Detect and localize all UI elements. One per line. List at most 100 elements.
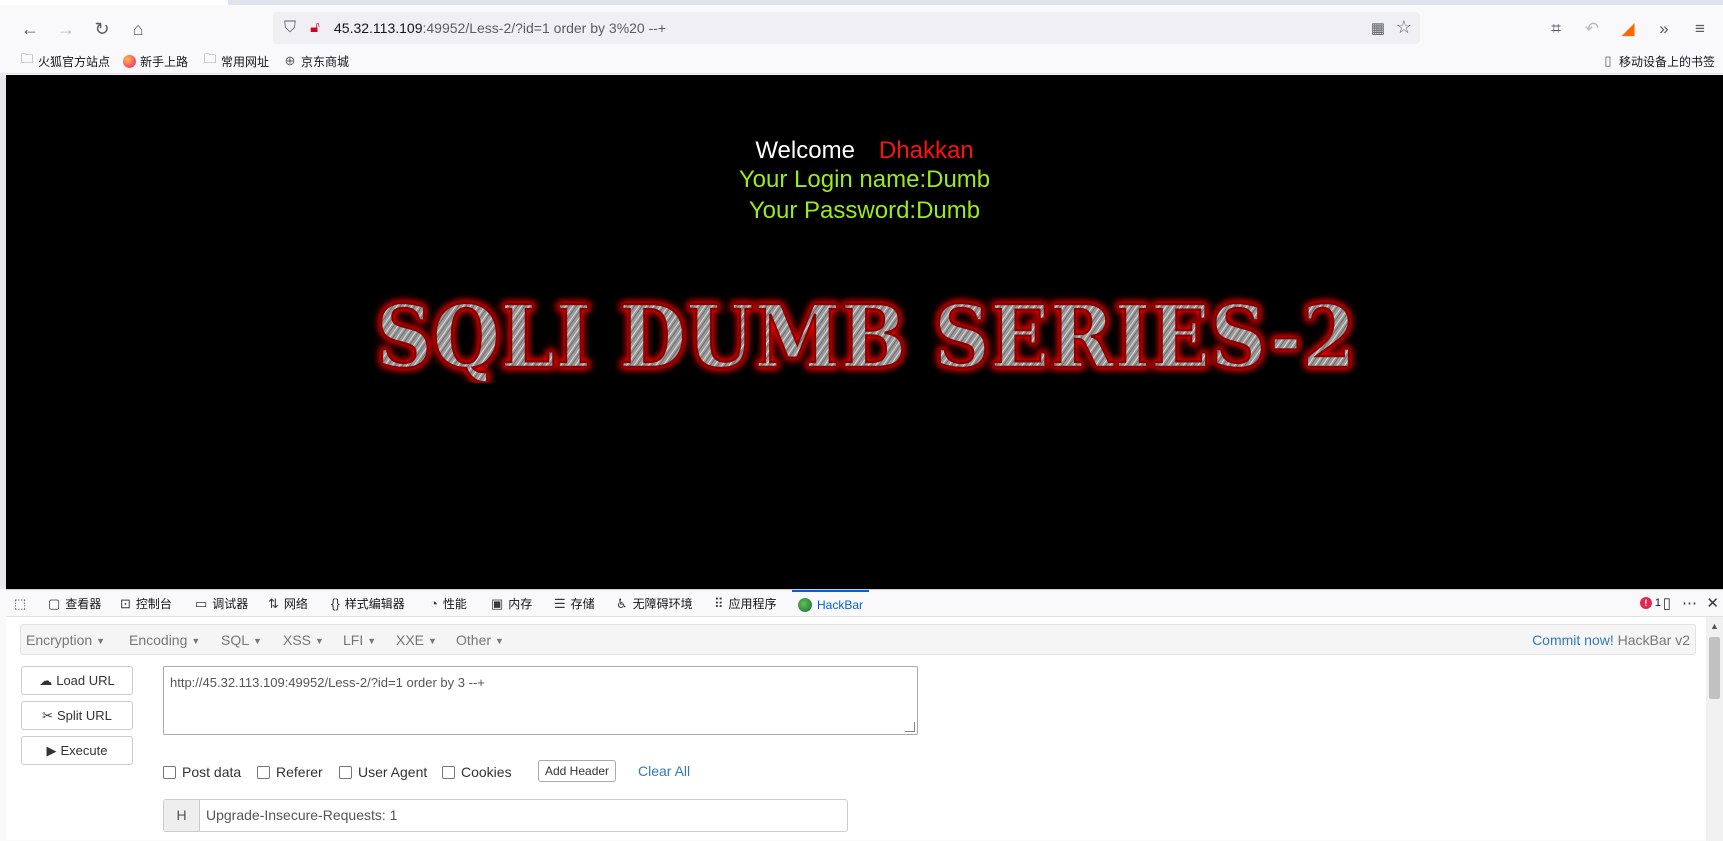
tracking-protection-icon[interactable]: ⛉ <box>281 19 299 37</box>
load-url-button[interactable]: ☁ Load URL <box>21 666 133 695</box>
tab-label: 性能 <box>442 597 467 611</box>
tab-label: 控制台 <box>135 597 172 611</box>
tab-application[interactable]: ⠿ 应用程序 <box>714 590 777 617</box>
tab-label: 网络 <box>283 597 308 611</box>
commit-banner: Commit now! HackBar v2 <box>1532 632 1690 648</box>
header-value-input[interactable]: Upgrade-Insecure-Requests: 1 <box>206 807 397 823</box>
post-data-checkbox[interactable]: Post data <box>163 764 241 780</box>
scrollbar-thumb[interactable] <box>1709 637 1720 699</box>
back-icon[interactable]: ← <box>16 15 44 43</box>
bookmark-label: 京东商城 <box>301 54 350 69</box>
clear-all-link[interactable]: Clear All <box>638 763 690 779</box>
menu-label: Encryption <box>26 632 93 648</box>
close-devtools-icon[interactable]: ✕ <box>1706 594 1719 612</box>
bookmark-jd[interactable]: ⊕ 京东商城 <box>283 52 349 70</box>
inspector-icon: ▢ <box>48 595 61 611</box>
bookmark-common-sites[interactable]: 🗀 常用网址 <box>203 51 269 70</box>
bookmark-getting-started[interactable]: 新手上路 <box>123 52 188 70</box>
commit-now-link[interactable]: Commit now! <box>1532 632 1614 648</box>
tab-hackbar[interactable]: HackBar <box>792 590 870 617</box>
menu-lfi[interactable]: LFI ▼ <box>343 632 376 648</box>
error-count: 1 <box>1654 597 1661 609</box>
checkbox-box[interactable] <box>442 765 455 779</box>
performance-icon: ◔ <box>430 596 438 611</box>
checkbox-box[interactable] <box>257 765 270 779</box>
header-row: H Upgrade-Insecure-Requests: 1 <box>163 799 848 832</box>
dock-side-icon[interactable]: ▯ <box>1663 594 1671 612</box>
application-icon: ⠿ <box>714 595 724 611</box>
tab-accessibility[interactable]: ♿︎ 无障碍环境 <box>616 590 693 617</box>
split-url-button[interactable]: ✂ Split URL <box>21 701 133 730</box>
tab-debugger[interactable]: ▭ 调试器 <box>195 590 248 617</box>
overflow-chevron-icon[interactable]: » <box>1650 15 1678 43</box>
bookmarks-toolbar: 🗀 火狐官方站点 新手上路 🗀 常用网址 ⊕ 京东商城 ▯ 移动设备上的书签 <box>0 48 1723 74</box>
menu-xss[interactable]: XSS ▼ <box>283 632 324 648</box>
menu-encryption[interactable]: Encryption ▼ <box>26 632 105 648</box>
devtools-toolbar: ⬚ ▢ 查看器 ⊡ 控制台 ▭ 调试器 ⇅ 网络 {} 样式编辑器 ◔ 性能 ▣ 内存 ☰ 存储… <box>6 590 1723 617</box>
insecure-lock-icon[interactable]: 🔓︎ <box>306 19 324 37</box>
reload-icon[interactable]: ↻ <box>88 15 116 43</box>
screenshot-crop-icon[interactable]: ⌗ <box>1542 15 1570 43</box>
checkbox-label: User Agent <box>358 764 428 780</box>
bookmark-firefox-site[interactable]: 🗀 火狐官方站点 <box>20 51 110 70</box>
checkbox-box[interactable] <box>339 765 352 779</box>
menu-encoding[interactable]: Encoding ▼ <box>129 632 200 648</box>
devtools-panel: ⬚ ▢ 查看器 ⊡ 控制台 ▭ 调试器 ⇅ 网络 {} 样式编辑器 ◔ 性能 ▣ 内存 ☰ 存储… <box>6 589 1723 841</box>
caret-down-icon: ▼ <box>367 636 377 647</box>
style-editor-icon: {} <box>331 596 340 611</box>
bookmark-star-icon[interactable]: ☆ <box>1396 17 1412 38</box>
checkbox-box[interactable] <box>163 765 176 779</box>
app-menu-icon[interactable]: ≡ <box>1686 15 1714 43</box>
menu-label: XXE <box>396 632 425 648</box>
undo-icon[interactable]: ↶ <box>1578 15 1606 43</box>
tab-memory[interactable]: ▣ 内存 <box>491 590 532 617</box>
add-header-button[interactable]: Add Header <box>538 760 617 782</box>
menu-label: Encoding <box>129 632 188 648</box>
address-bar[interactable]: ⛉ 🔓︎ 45.32.113.109:49952/Less-2/?id=1 or… <box>273 12 1420 44</box>
header-toggle-button[interactable]: H <box>164 800 200 831</box>
play-circle-icon: ▶ <box>46 742 57 758</box>
welcome-text: Welcome <box>755 137 855 164</box>
tab-label: 样式编辑器 <box>344 597 405 611</box>
menu-sql[interactable]: SQL ▼ <box>221 632 262 648</box>
storage-icon: ☰ <box>554 595 566 611</box>
devtools-menu-icon[interactable]: ⋯ <box>1682 594 1697 612</box>
cookies-checkbox[interactable]: Cookies <box>442 764 512 780</box>
menu-label: Other <box>456 632 492 648</box>
element-picker-icon[interactable]: ⬚ <box>14 590 26 617</box>
execute-button[interactable]: ▶ Execute <box>21 736 133 765</box>
menu-xxe[interactable]: XXE ▼ <box>396 632 437 648</box>
extension-icon[interactable]: ◢ <box>1614 15 1642 43</box>
tab-label: HackBar <box>817 597 864 612</box>
menu-other[interactable]: Other ▼ <box>456 632 504 648</box>
home-icon[interactable]: ⌂ <box>124 15 152 43</box>
resize-grip-icon[interactable] <box>905 722 915 732</box>
qr-code-icon[interactable]: ▦ <box>1371 19 1385 37</box>
tab-storage[interactable]: ☰ 存储 <box>554 590 595 617</box>
button-label: Split URL <box>56 708 112 723</box>
tab-label: 应用程序 <box>728 597 777 611</box>
globe-icon: ⊕ <box>284 53 296 68</box>
tab-inspector[interactable]: ▢ 查看器 <box>48 590 101 617</box>
url-path: :49952/Less-2/?id=1 order by 3%20 --+ <box>422 20 667 36</box>
mobile-bookmarks[interactable]: ▯ 移动设备上的书签 <box>1601 52 1715 70</box>
hackbar-logo-icon <box>798 597 812 612</box>
tab-style-editor[interactable]: {} 样式编辑器 <box>331 590 405 617</box>
password-text: Your Password:Dumb <box>748 197 981 224</box>
user-agent-checkbox[interactable]: User Agent <box>339 764 427 780</box>
login-name-text: Your Login name:Dumb <box>738 166 991 193</box>
navigation-toolbar: ← → ↻ ⌂ ⛉ 🔓︎ 45.32.113.109:49952/Less-2/… <box>0 5 1723 48</box>
url-text[interactable]: 45.32.113.109:49952/Less-2/?id=1 order b… <box>334 20 666 36</box>
devtools-scrollbar[interactable]: ▲ <box>1706 617 1723 841</box>
checkbox-label: Post data <box>182 764 242 780</box>
forward-icon[interactable]: → <box>52 15 80 43</box>
tab-console[interactable]: ⊡ 控制台 <box>120 590 172 617</box>
scroll-up-icon[interactable]: ▲ <box>1710 621 1719 631</box>
caret-down-icon: ▼ <box>315 636 324 647</box>
tab-performance[interactable]: ◔ 性能 <box>430 590 467 617</box>
tab-network[interactable]: ⇅ 网络 <box>268 590 308 617</box>
hackbar-url-textarea[interactable]: http://45.32.113.109:49952/Less-2/?id=1 … <box>163 666 918 735</box>
menu-label: LFI <box>343 632 364 648</box>
referer-checkbox[interactable]: Referer <box>257 764 323 780</box>
error-count-badge[interactable]: ! 1 <box>1639 597 1661 609</box>
